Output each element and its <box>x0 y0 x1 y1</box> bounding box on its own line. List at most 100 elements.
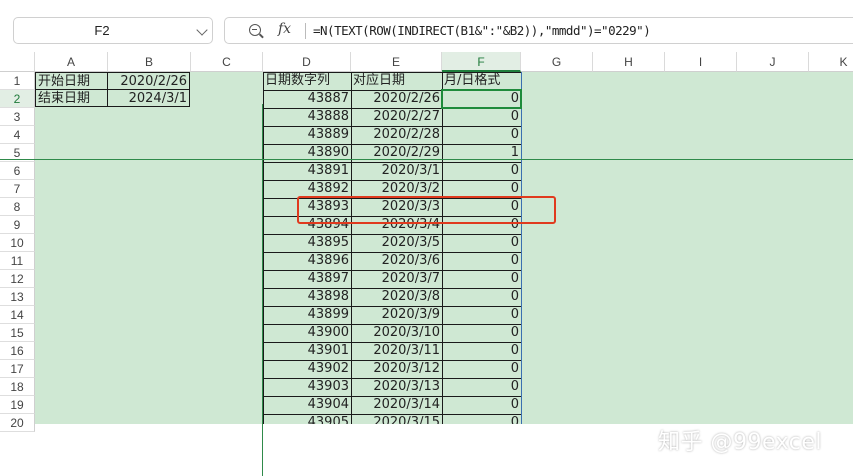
cell-f6[interactable]: 0 <box>442 162 521 180</box>
formula-separator <box>305 23 306 39</box>
formula-input[interactable]: fx =N(TEXT(ROW(INDIRECT(B1&":"&B2)),"mmd… <box>224 17 853 44</box>
cell-f14[interactable]: 0 <box>442 306 521 324</box>
cell-b1[interactable]: 2020/2/26 <box>107 72 190 90</box>
cell-e11[interactable]: 2020/3/6 <box>351 252 442 270</box>
cell-e10[interactable]: 2020/3/5 <box>351 234 442 252</box>
cell-area[interactable]: 开始日期 2020/2/26 结束日期 2024/3/1 日期数字列 对应日期 … <box>35 72 853 424</box>
row-header-10[interactable]: 10 <box>0 234 35 252</box>
cell-f18[interactable]: 0 <box>442 378 521 396</box>
row-header-3[interactable]: 3 <box>0 108 35 126</box>
row-header-15[interactable]: 15 <box>0 324 35 342</box>
column-header-g[interactable]: G <box>521 52 593 72</box>
column-header-h[interactable]: H <box>593 52 665 72</box>
row-header-12[interactable]: 12 <box>0 270 35 288</box>
column-header-b[interactable]: B <box>108 52 191 72</box>
cell-e1-header[interactable]: 对应日期 <box>351 72 442 90</box>
cell-e3[interactable]: 2020/2/27 <box>351 108 442 126</box>
cell-e2[interactable]: 2020/2/26 <box>351 90 442 108</box>
cell-d14[interactable]: 43899 <box>263 306 351 324</box>
row-header-8[interactable]: 8 <box>0 198 35 216</box>
zoom-icon[interactable] <box>249 24 261 36</box>
cell-f10[interactable]: 0 <box>442 234 521 252</box>
column-header-i[interactable]: I <box>665 52 737 72</box>
cell-f4[interactable]: 0 <box>442 126 521 144</box>
cell-d4[interactable]: 43889 <box>263 126 351 144</box>
cell-f17[interactable]: 0 <box>442 360 521 378</box>
row-header-2[interactable]: 2 <box>0 90 35 108</box>
cell-e18[interactable]: 2020/3/13 <box>351 378 442 396</box>
active-cell-selection <box>441 89 522 109</box>
cell-e15[interactable]: 2020/3/10 <box>351 324 442 342</box>
cell-a2[interactable]: 结束日期 <box>35 89 108 107</box>
cell-e19[interactable]: 2020/3/14 <box>351 396 442 414</box>
cell-d1-header[interactable]: 日期数字列 <box>263 72 351 90</box>
column-header-e[interactable]: E <box>351 52 442 72</box>
row-header-14[interactable]: 14 <box>0 306 35 324</box>
cell-e6[interactable]: 2020/3/1 <box>351 162 442 180</box>
cell-e20[interactable]: 2020/3/15 <box>351 414 442 424</box>
cell-d20[interactable]: 43905 <box>263 414 351 424</box>
row-header-20[interactable]: 20 <box>0 414 35 432</box>
table-border <box>521 72 522 424</box>
column-header-j[interactable]: J <box>737 52 809 72</box>
row-header-9[interactable]: 9 <box>0 216 35 234</box>
select-all-corner[interactable] <box>0 52 35 72</box>
name-box-value: F2 <box>94 23 110 38</box>
column-header-a[interactable]: A <box>35 52 108 72</box>
cell-e12[interactable]: 2020/3/7 <box>351 270 442 288</box>
row-header-17[interactable]: 17 <box>0 360 35 378</box>
spreadsheet-grid[interactable]: ABCDEFGHIJK 1 2 3 4 5 6 7 8 9 10 11 12 13 14 15 16 17 18 1… <box>0 52 853 476</box>
cell-d17[interactable]: 43902 <box>263 360 351 378</box>
cell-d3[interactable]: 43888 <box>263 108 351 126</box>
cell-f13[interactable]: 0 <box>442 288 521 306</box>
cell-d12[interactable]: 43897 <box>263 270 351 288</box>
cell-d11[interactable]: 43896 <box>263 252 351 270</box>
watermark: 知乎 @99excel <box>658 430 823 455</box>
row-header-1[interactable]: 1 <box>0 72 35 90</box>
freeze-line-horizontal <box>0 159 853 160</box>
cell-d6[interactable]: 43891 <box>263 162 351 180</box>
row-header-18[interactable]: 18 <box>0 378 35 396</box>
cell-d13[interactable]: 43898 <box>263 288 351 306</box>
column-header-d[interactable]: D <box>263 52 351 72</box>
cell-f3[interactable]: 0 <box>442 108 521 126</box>
fx-icon[interactable]: fx <box>278 21 291 37</box>
column-header-k[interactable]: K <box>809 52 853 72</box>
cell-d19[interactable]: 43904 <box>263 396 351 414</box>
cell-e13[interactable]: 2020/3/8 <box>351 288 442 306</box>
cell-f15[interactable]: 0 <box>442 324 521 342</box>
cell-d15[interactable]: 43900 <box>263 324 351 342</box>
row-header-6[interactable]: 6 <box>0 162 35 180</box>
formula-bar-area: F2 fx =N(TEXT(ROW(INDIRECT(B1&":"&B2)),"… <box>0 0 853 52</box>
highlight-box <box>297 196 556 224</box>
cell-e16[interactable]: 2020/3/11 <box>351 342 442 360</box>
table-border <box>263 72 521 73</box>
cell-e17[interactable]: 2020/3/12 <box>351 360 442 378</box>
name-box[interactable]: F2 <box>13 17 213 44</box>
chevron-down-icon[interactable] <box>196 24 208 36</box>
cell-d10[interactable]: 43895 <box>263 234 351 252</box>
cell-f20[interactable]: 0 <box>442 414 521 424</box>
formula-text[interactable]: =N(TEXT(ROW(INDIRECT(B1&":"&B2)),"mmdd")… <box>313 18 651 43</box>
cell-d16[interactable]: 43901 <box>263 342 351 360</box>
cell-e4[interactable]: 2020/2/28 <box>351 126 442 144</box>
freeze-line-vertical <box>262 104 263 476</box>
cell-a1[interactable]: 开始日期 <box>35 72 108 90</box>
cell-f16[interactable]: 0 <box>442 342 521 360</box>
cell-f1-header[interactable]: 月/日格式 <box>442 72 521 90</box>
row-header-19[interactable]: 19 <box>0 396 35 414</box>
row-header-4[interactable]: 4 <box>0 126 35 144</box>
cell-f11[interactable]: 0 <box>442 252 521 270</box>
row-header-11[interactable]: 11 <box>0 252 35 270</box>
row-header-7[interactable]: 7 <box>0 180 35 198</box>
cell-d18[interactable]: 43903 <box>263 378 351 396</box>
cell-f12[interactable]: 0 <box>442 270 521 288</box>
column-header-c[interactable]: C <box>191 52 263 72</box>
cell-b2[interactable]: 2024/3/1 <box>107 89 190 107</box>
cell-d2[interactable]: 43887 <box>263 90 351 108</box>
cell-e14[interactable]: 2020/3/9 <box>351 306 442 324</box>
cell-f19[interactable]: 0 <box>442 396 521 414</box>
column-header-f[interactable]: F <box>442 52 521 72</box>
row-header-16[interactable]: 16 <box>0 342 35 360</box>
row-header-13[interactable]: 13 <box>0 288 35 306</box>
